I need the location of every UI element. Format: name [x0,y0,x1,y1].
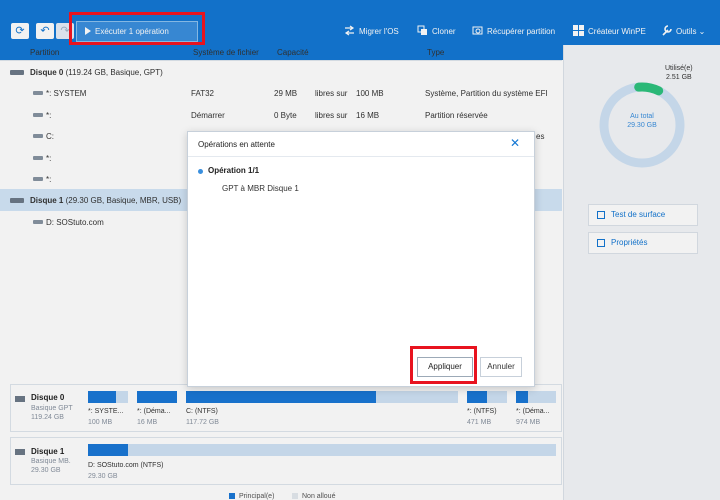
close-icon[interactable]: ✕ [510,136,520,150]
dialog-divider [188,156,534,157]
operation-bullet-icon [198,169,203,174]
cancel-button[interactable]: Annuler [480,357,522,377]
pending-operations-dialog: Opérations en attente ✕ Opération 1/1 GP… [187,131,535,387]
dialog-title: Opérations en attente [198,140,275,149]
operation-title: Opération 1/1 [208,166,260,175]
highlight-run-button [69,12,205,45]
operation-description: GPT à MBR Disque 1 [222,184,299,193]
highlight-apply-button [410,346,477,384]
